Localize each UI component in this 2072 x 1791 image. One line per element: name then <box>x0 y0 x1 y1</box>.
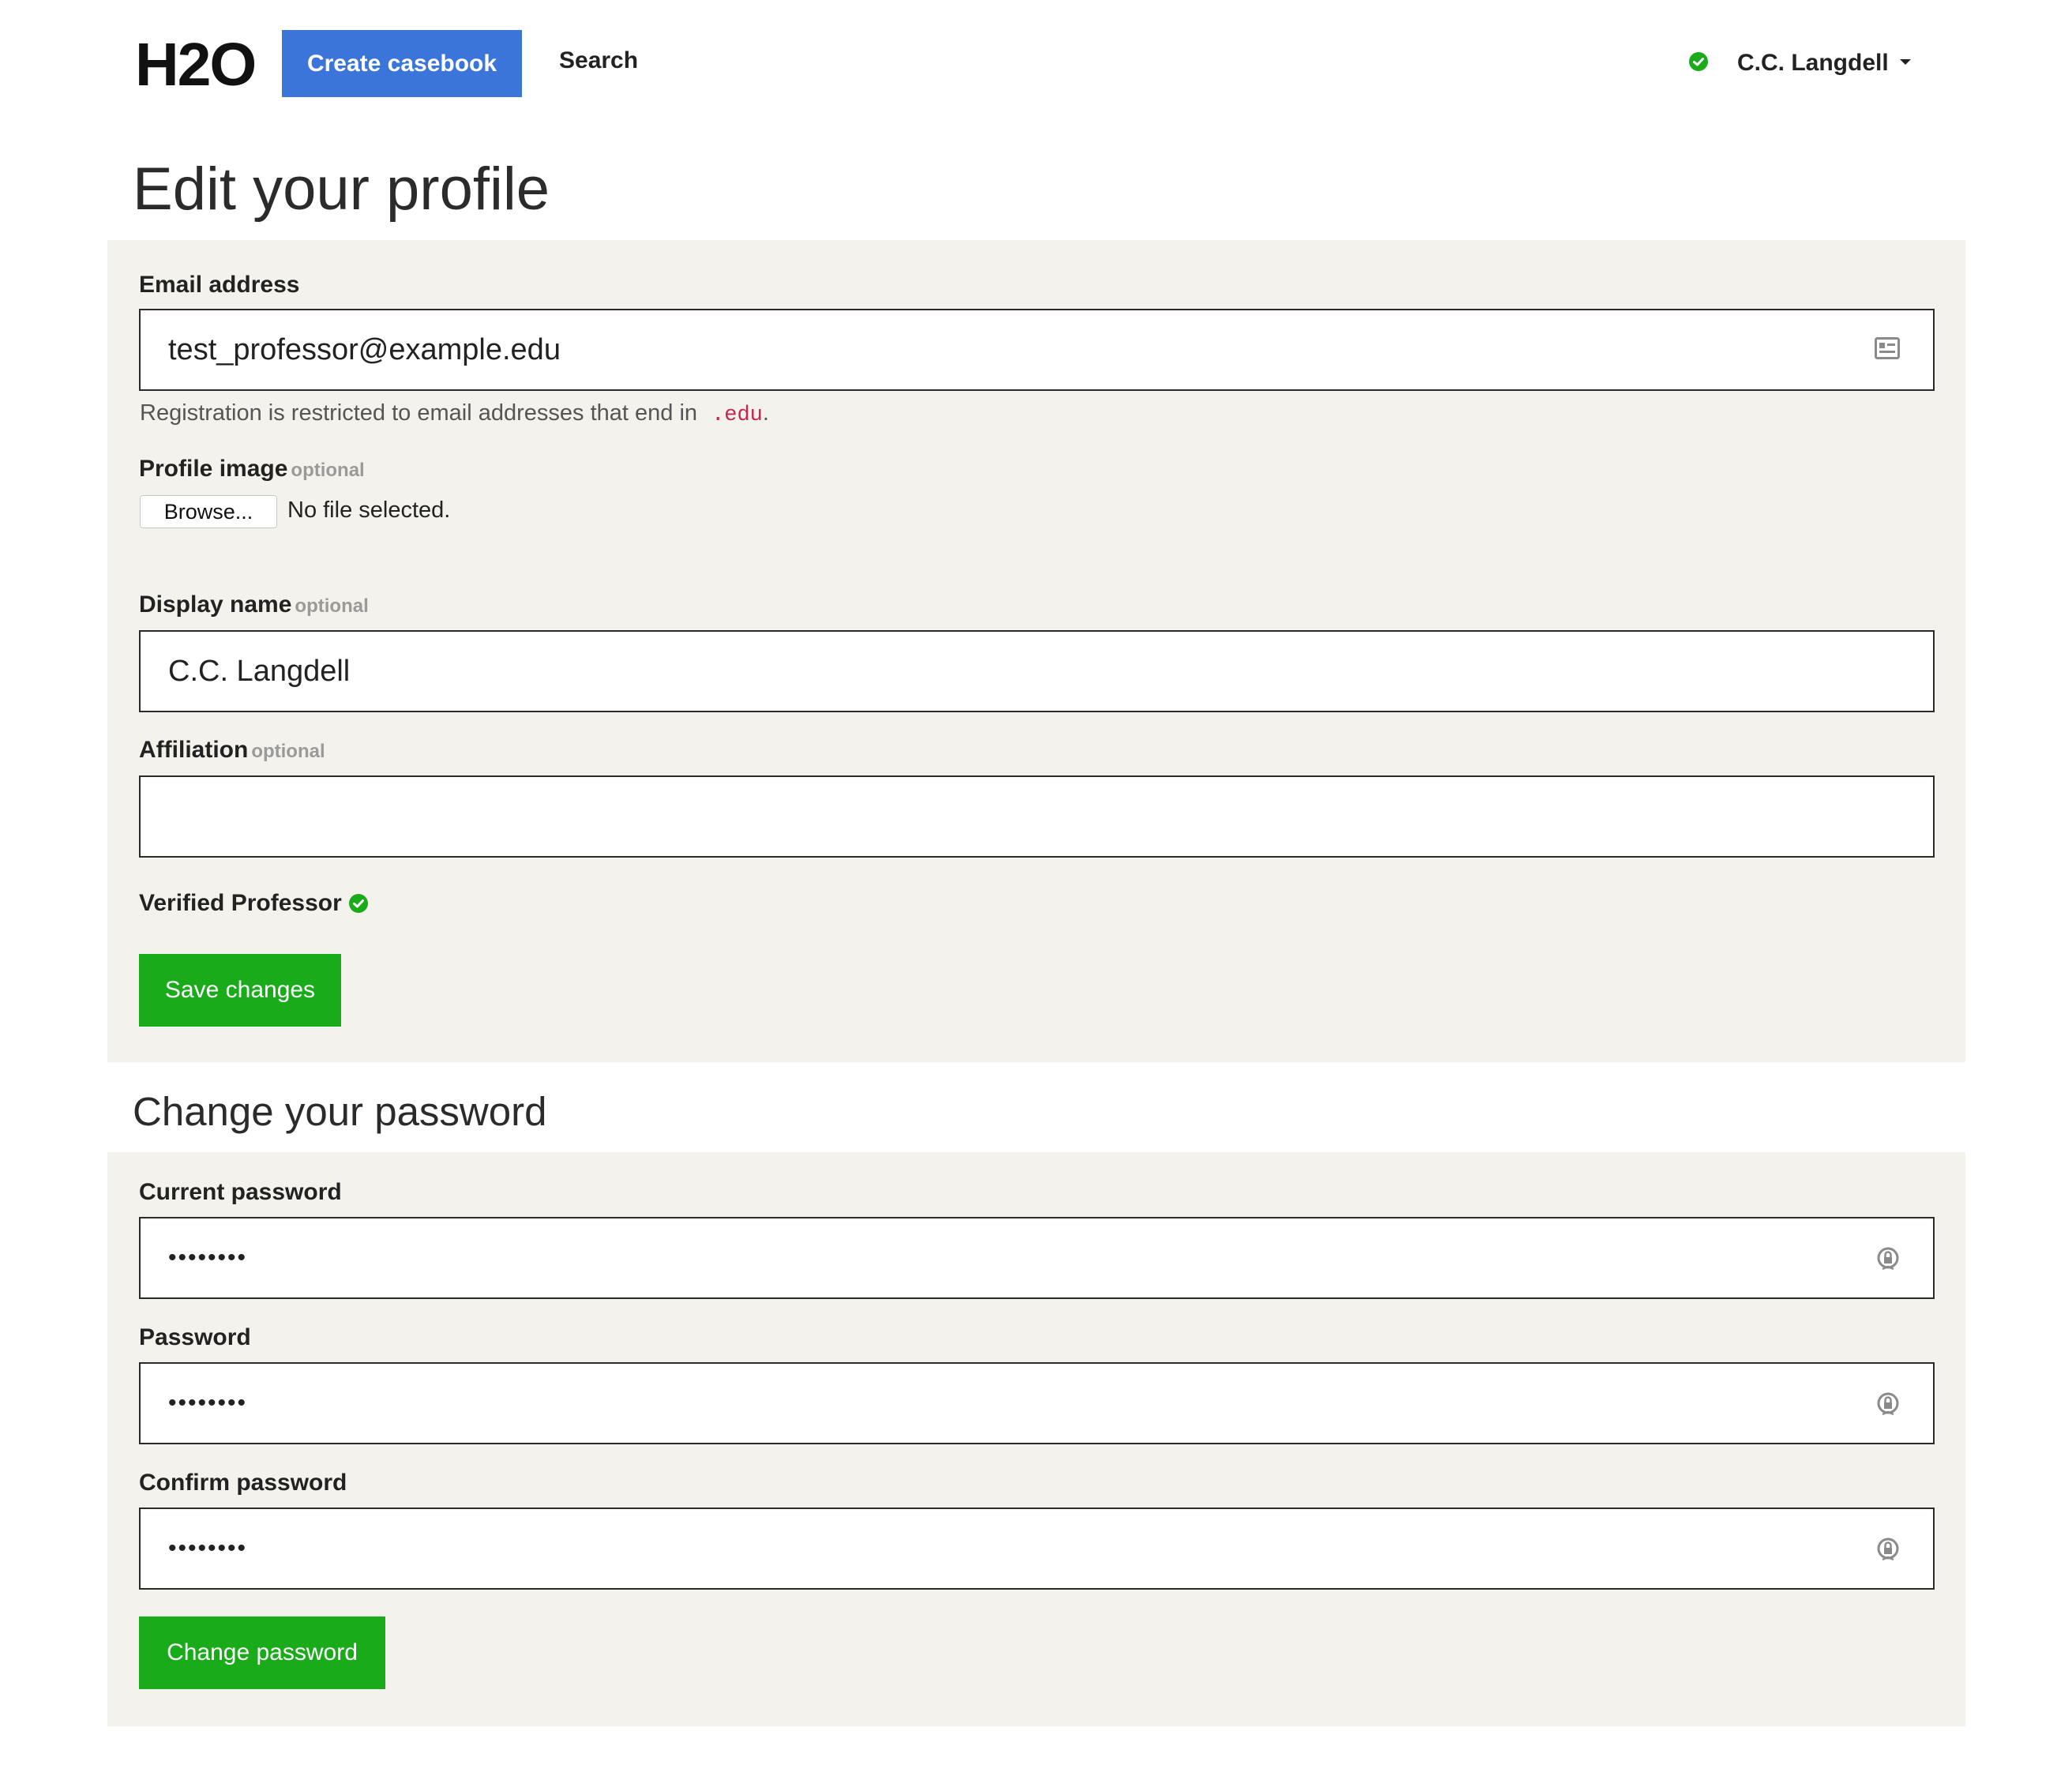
display-name-label-text: Display name <box>139 591 292 618</box>
affiliation-label: Affiliation optional <box>139 734 325 768</box>
email-label: Email address <box>139 272 300 298</box>
current-password-field-box <box>139 1217 1935 1299</box>
edu-code: .edu <box>711 404 763 427</box>
password-lock-icon[interactable] <box>1876 1391 1900 1421</box>
display-name-field-box <box>139 630 1935 712</box>
current-password-label: Current password <box>139 1179 342 1205</box>
optional-tag: optional <box>251 741 325 762</box>
affiliation-label-text: Affiliation <box>139 737 249 763</box>
create-casebook-button[interactable]: Create casebook <box>282 30 522 97</box>
display-name-label: Display name optional <box>139 589 369 622</box>
email-field[interactable] <box>141 310 1933 389</box>
change-password-button[interactable]: Change password <box>139 1616 385 1689</box>
profile-image-label-text: Profile image <box>139 456 288 482</box>
optional-tag: optional <box>295 595 369 617</box>
section-title: Change your password <box>133 1089 547 1134</box>
save-changes-button[interactable]: Save changes <box>139 954 341 1027</box>
help-period: . <box>762 400 769 426</box>
email-help-message: Registration is restricted to email addr… <box>140 400 698 426</box>
confirm-password-field-box <box>139 1508 1935 1590</box>
user-menu[interactable]: C.C. Langdell <box>1688 47 1912 79</box>
confirm-password-label: Confirm password <box>139 1470 347 1496</box>
affiliation-field-box <box>139 775 1935 858</box>
current-password-field[interactable] <box>141 1218 1933 1297</box>
affiliation-field[interactable] <box>141 777 1933 856</box>
password-lock-icon[interactable] <box>1876 1245 1900 1276</box>
file-status: No file selected. <box>287 498 451 523</box>
password-field[interactable] <box>141 1364 1933 1443</box>
page-title: Edit your profile <box>133 156 550 223</box>
search-link[interactable]: Search <box>559 47 638 74</box>
email-field-box <box>139 309 1935 391</box>
password-label: Password <box>139 1324 251 1350</box>
profile-image-label: Profile image optional <box>139 453 365 486</box>
email-help-text: Registration is restricted to email addr… <box>140 400 769 427</box>
online-status-icon <box>1688 51 1709 76</box>
contact-card-icon[interactable] <box>1875 337 1900 363</box>
optional-tag: optional <box>291 460 365 481</box>
password-field-box <box>139 1362 1935 1444</box>
chevron-down-icon <box>1898 56 1912 70</box>
check-circle-icon <box>348 893 369 914</box>
confirm-password-field[interactable] <box>141 1509 1933 1588</box>
verified-label: Verified Professor <box>139 890 342 916</box>
browse-button[interactable]: Browse... <box>140 495 277 528</box>
h2o-logo[interactable]: H2O <box>135 33 257 96</box>
verified-professor: Verified Professor <box>139 888 369 919</box>
password-lock-icon[interactable] <box>1876 1536 1900 1567</box>
display-name-field[interactable] <box>141 632 1933 711</box>
user-name: C.C. Langdell <box>1737 50 1889 76</box>
